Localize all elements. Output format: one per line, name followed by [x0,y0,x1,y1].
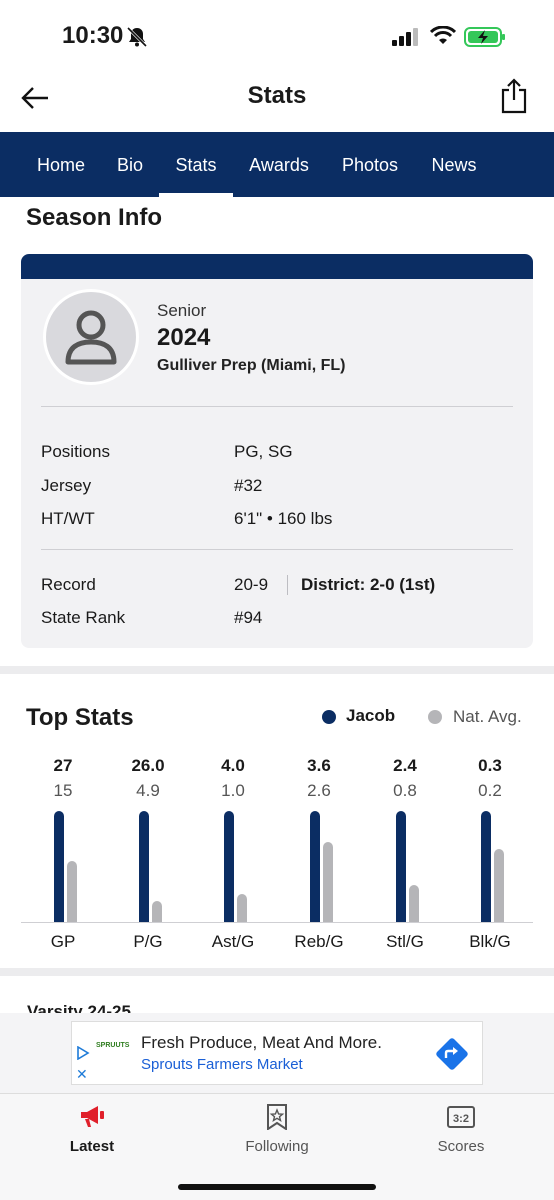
user-placeholder-icon [65,310,117,365]
megaphone-icon [81,1106,104,1127]
chart-baseline [21,922,533,923]
avg-bar [323,842,333,922]
home-indicator [178,1184,376,1190]
avatar [43,289,139,385]
bell-slash-icon [126,26,148,48]
svg-text:3:2: 3:2 [453,1113,469,1125]
nav-latest[interactable]: Latest [17,1094,167,1174]
height-weight-value: 6'1" • 160 lbs [234,509,333,528]
tab-bio[interactable]: Bio [106,132,154,197]
section-divider [0,666,554,674]
district-record: District: 2-0 (1st) [301,575,436,594]
tab-awards[interactable]: Awards [240,132,318,197]
nav-following-label: Following [245,1138,309,1155]
positions-value: PG, SG [234,442,293,461]
record-value: 20-9 [234,575,269,594]
player-bar [224,811,234,922]
stat-value-reb-g: 3.6 [307,756,331,775]
legend-player-label: Jacob [346,706,396,725]
section-divider [0,968,554,976]
tab-news[interactable]: News [420,132,488,197]
nav-scores[interactable]: 3:2 Scores [386,1094,536,1174]
cellular-signal-icon [392,28,418,46]
ad-banner[interactable]: ✕ SPRUUTS Fresh Produce, Meat And More. … [71,1021,483,1085]
tab-stats[interactable]: Stats [159,132,233,197]
divider [41,549,513,550]
battery-charging-icon [464,27,505,47]
card-header-bar [21,254,533,279]
share-icon[interactable] [498,76,530,116]
season-info-card: Senior 2024 Gulliver Prep (Miami, FL) Po… [21,254,533,648]
player-bar [310,811,320,922]
divider [41,406,513,407]
tab-photos[interactable]: Photos [330,132,410,197]
class-label: Senior [157,301,207,320]
stat-avg-value: 4.9 [136,781,160,800]
positions-label: Positions [41,442,110,461]
state-rank-value: #94 [234,608,263,627]
stat-value-gp: 27 [53,756,73,775]
height-weight-label: HT/WT [41,509,95,528]
nav-latest-label: Latest [69,1138,115,1155]
stat-value-stl-g: 2.4 [393,756,417,775]
status-bar: 10:30 [0,0,554,70]
avg-bar [409,885,419,922]
app-header: Stats [0,70,554,132]
nav-scores-label: Scores [437,1138,485,1155]
sprouts-logo: SPRUUTS [96,1042,130,1049]
ad-choices-icon[interactable] [76,1046,90,1060]
stat-avg-value: 2.6 [307,781,331,800]
top-stats-title: Top Stats [26,704,134,731]
record-label: Record [41,575,96,594]
directions-icon[interactable] [434,1036,470,1072]
avg-bar [237,894,247,922]
stat-value-blk-g: 0.3 [478,756,502,775]
record-separator [287,575,288,595]
category-label: P/G [133,932,163,951]
jersey-value: #32 [234,476,263,495]
jersey-label: Jersey [41,476,92,495]
page-title: Stats [247,82,307,109]
player-bar [481,811,491,922]
ad-advertiser[interactable]: Sprouts Farmers Market [141,1056,303,1073]
tab-home[interactable]: Home [24,132,98,197]
avg-bar [494,849,504,922]
ad-banner-area: ✕ SPRUUTS Fresh Produce, Meat And More. … [0,1013,554,1093]
avg-bar [67,861,77,922]
stat-avg-value: 1.0 [221,781,245,800]
category-label: Reb/G [294,932,344,951]
status-time: 10:30 [62,22,124,49]
ad-close-icon[interactable]: ✕ [76,1066,88,1083]
ad-title[interactable]: Fresh Produce, Meat And More. [141,1033,382,1053]
stat-value-p-g: 26.0 [131,756,165,775]
category-label: Ast/G [211,932,255,951]
legend-avg-swatch [428,710,442,724]
state-rank-label: State Rank [41,608,126,627]
stat-avg-value: 0.2 [478,781,502,800]
stat-avg-value: 15 [53,781,73,800]
category-label: Stl/G [386,932,424,951]
season-info-title: Season Info [26,204,163,231]
category-label: GP [50,932,76,951]
nav-following[interactable]: Following [202,1094,352,1174]
school-name[interactable]: Gulliver Prep (Miami, FL) [157,357,345,375]
player-bar [396,811,406,922]
player-bar [54,811,64,922]
wifi-icon [430,26,456,44]
avg-bar [152,901,162,922]
stat-value-ast-g: 4.0 [221,756,245,775]
bookmark-star-icon [267,1104,287,1130]
category-label: Blk/G [469,932,511,951]
scoreboard-icon: 3:2 [447,1106,475,1128]
profile-tabs: Home Bio Stats Awards Photos News [0,132,554,197]
legend-player-swatch [322,710,336,724]
legend-avg-label: Nat. Avg. [453,707,522,726]
stat-avg-value: 0.8 [393,781,417,800]
class-year: 2024 [157,324,211,351]
player-bar [139,811,149,922]
